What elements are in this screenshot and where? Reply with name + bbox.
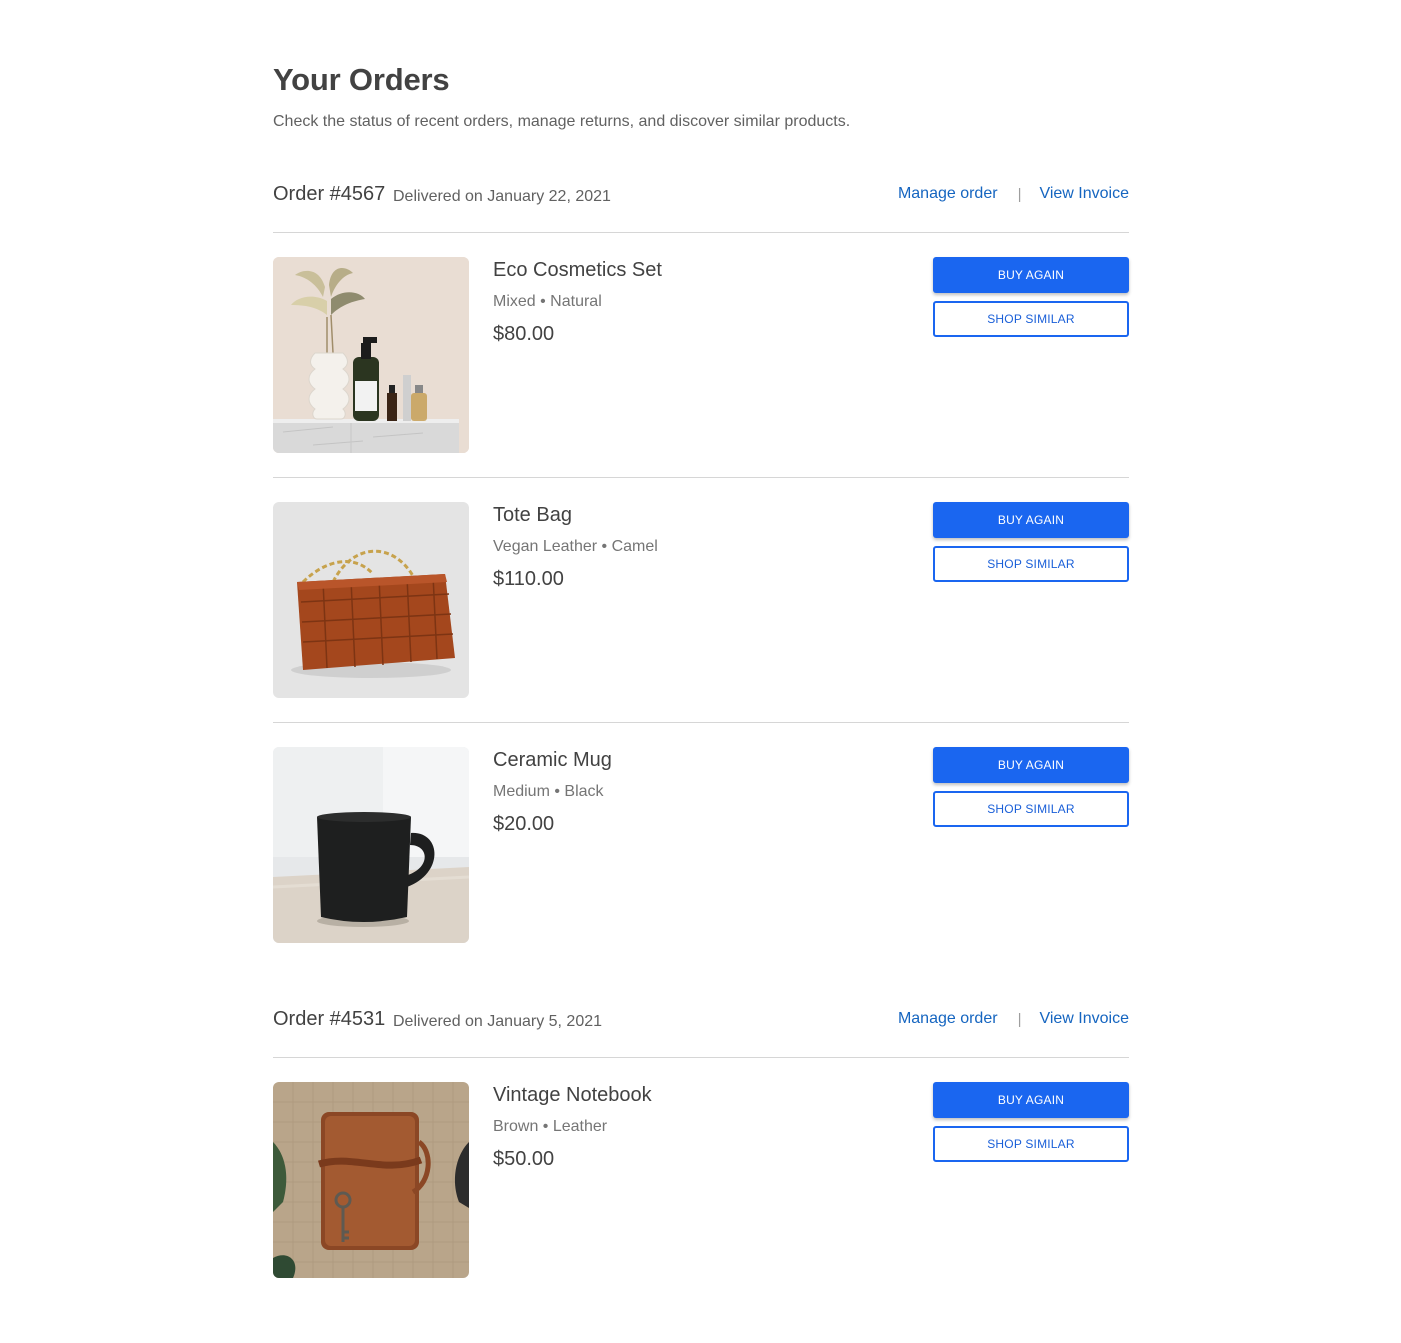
buy-again-button[interactable]: BUY AGAIN <box>933 747 1129 783</box>
order-section: Order #4531 Delivered on January 5, 2021… <box>273 1008 1129 1303</box>
item-variant: Vegan Leather • Camel <box>493 538 658 555</box>
order-header: Order #4531 Delivered on January 5, 2021… <box>273 1008 1129 1058</box>
order-links: Manage order | View Invoice <box>898 185 1129 203</box>
order-section: Order #4567 Delivered on January 22, 202… <box>273 183 1129 968</box>
view-invoice-link[interactable]: View Invoice <box>1039 1010 1129 1028</box>
item-variant: Brown • Leather <box>493 1118 608 1135</box>
item-variant: Mixed • Natural <box>493 293 602 310</box>
shop-similar-button[interactable]: SHOP SIMILAR <box>933 301 1129 337</box>
order-item: Eco Cosmetics Set Mixed • Natural $80.00… <box>273 233 1129 478</box>
buy-again-button[interactable]: BUY AGAIN <box>933 257 1129 293</box>
item-name[interactable]: Eco Cosmetics Set <box>493 259 662 282</box>
order-number: Order #4531 <box>273 1008 386 1030</box>
order-item: Vintage Notebook Brown • Leather $50.00 … <box>273 1058 1129 1303</box>
item-price: $20.00 <box>493 813 555 835</box>
item-name[interactable]: Vintage Notebook <box>493 1084 652 1107</box>
link-separator: | <box>1017 185 1022 203</box>
page-subtitle: Check the status of recent orders, manag… <box>273 113 851 130</box>
item-name[interactable]: Tote Bag <box>493 504 572 527</box>
manage-order-link[interactable]: Manage order <box>898 1010 998 1028</box>
order-date: Delivered on January 22, 2021 <box>393 188 611 205</box>
notebook-image[interactable] <box>273 1082 469 1278</box>
buy-again-button[interactable]: BUY AGAIN <box>933 1082 1129 1118</box>
item-price: $50.00 <box>493 1148 555 1170</box>
order-item: Ceramic Mug Medium • Black $20.00 BUY AG… <box>273 723 1129 968</box>
view-invoice-link[interactable]: View Invoice <box>1039 185 1129 203</box>
order-header: Order #4567 Delivered on January 22, 202… <box>273 183 1129 233</box>
mug-image[interactable] <box>273 747 469 943</box>
order-item: Tote Bag Vegan Leather • Camel $110.00 B… <box>273 478 1129 723</box>
item-price: $80.00 <box>493 323 555 345</box>
order-number: Order #4567 <box>273 183 386 205</box>
shop-similar-button[interactable]: SHOP SIMILAR <box>933 791 1129 827</box>
manage-order-link[interactable]: Manage order <box>898 185 998 203</box>
link-separator: | <box>1017 1010 1022 1028</box>
tote-bag-image[interactable] <box>273 502 469 698</box>
buy-again-button[interactable]: BUY AGAIN <box>933 502 1129 538</box>
page-title: Your Orders <box>273 62 450 97</box>
shop-similar-button[interactable]: SHOP SIMILAR <box>933 1126 1129 1162</box>
order-date: Delivered on January 5, 2021 <box>393 1013 603 1030</box>
item-variant: Medium • Black <box>493 783 604 800</box>
order-links: Manage order | View Invoice <box>898 1010 1129 1028</box>
cosmetics-image[interactable] <box>273 257 469 453</box>
item-name[interactable]: Ceramic Mug <box>493 749 612 772</box>
item-price: $110.00 <box>493 568 564 590</box>
shop-similar-button[interactable]: SHOP SIMILAR <box>933 546 1129 582</box>
